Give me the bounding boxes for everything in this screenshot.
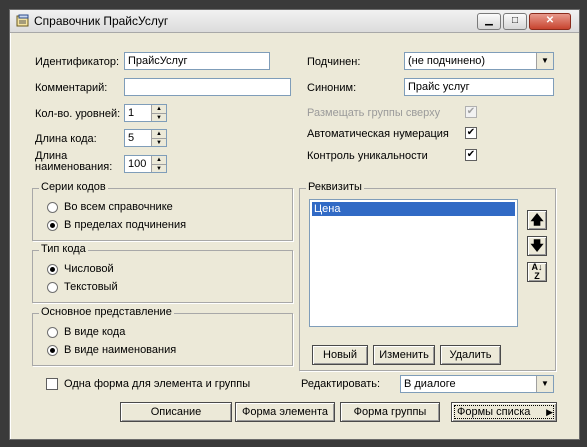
check-icon: ✔ bbox=[466, 106, 476, 117]
main-view-radio-name[interactable] bbox=[47, 345, 58, 356]
title-bar[interactable]: Справочник ПрайсУслуг ▁ □ ✕ bbox=[10, 10, 579, 33]
group-form-button[interactable]: Форма группы bbox=[340, 402, 440, 422]
subordinate-dropdown[interactable]: (не подчинено) ▼ bbox=[404, 52, 554, 70]
arrow-down-icon: 🡇 bbox=[530, 238, 544, 253]
code-type-radio-numeric[interactable] bbox=[47, 264, 58, 275]
list-forms-button[interactable]: Формы списка ▶ bbox=[451, 402, 557, 422]
name-length-spin[interactable]: ▲ ▼ bbox=[151, 156, 166, 172]
synonym-label: Синоним: bbox=[307, 82, 357, 94]
main-view-group: Основное представление В виде кода В вид… bbox=[32, 306, 293, 366]
edit-mode-value: В диалоге bbox=[404, 378, 456, 390]
spin-down-icon[interactable]: ▼ bbox=[152, 139, 166, 146]
spin-up-icon[interactable]: ▲ bbox=[152, 156, 166, 165]
name-length-label: Длина наименования: bbox=[35, 150, 113, 173]
code-length-value: 5 bbox=[128, 132, 135, 144]
spin-up-icon[interactable]: ▲ bbox=[152, 105, 166, 114]
code-type-opt2: Текстовый bbox=[64, 281, 118, 293]
move-up-button[interactable]: 🡅 bbox=[527, 210, 547, 230]
code-series-radio-all[interactable] bbox=[47, 202, 58, 213]
subordinate-value: (не подчинено) bbox=[408, 55, 486, 67]
groups-top-checkbox[interactable]: ✔ bbox=[465, 106, 477, 118]
code-type-title: Тип кода bbox=[39, 243, 88, 255]
maximize-icon: □ bbox=[511, 15, 519, 26]
groups-top-label: Размещать группы сверху bbox=[307, 107, 441, 119]
element-form-button[interactable]: Форма элемента bbox=[235, 402, 335, 422]
code-series-radio-subordinate[interactable] bbox=[47, 220, 58, 231]
code-type-opt1: Числовой bbox=[64, 263, 114, 275]
arrow-up-icon: 🡅 bbox=[530, 212, 544, 227]
synonym-field[interactable]: Прайс услуг bbox=[404, 78, 554, 96]
check-icon: ✔ bbox=[466, 149, 476, 160]
comment-field[interactable] bbox=[124, 78, 291, 96]
requisites-list[interactable]: Цена bbox=[309, 199, 518, 327]
catalog-app-icon bbox=[16, 14, 29, 27]
sort-az-icon: A↓ Z bbox=[531, 262, 543, 281]
name-length-stepper[interactable]: 100 ▲ ▼ bbox=[124, 155, 167, 173]
code-series-title: Серии кодов bbox=[39, 181, 108, 193]
catalog-dialog: Справочник ПрайсУслуг ▁ □ ✕ Идентификато… bbox=[9, 9, 580, 440]
code-length-spin[interactable]: ▲ ▼ bbox=[151, 130, 166, 146]
one-form-label: Одна форма для элемента и группы bbox=[64, 378, 251, 390]
requisites-group: Реквизиты Цена 🡅 🡇 A↓ Z Новый Изменить Уд… bbox=[299, 181, 556, 371]
spin-down-icon[interactable]: ▼ bbox=[152, 165, 166, 172]
minimize-icon: ▁ bbox=[485, 15, 493, 26]
code-length-stepper[interactable]: 5 ▲ ▼ bbox=[124, 129, 167, 147]
list-item[interactable]: Цена bbox=[312, 202, 515, 216]
move-down-button[interactable]: 🡇 bbox=[527, 236, 547, 256]
auto-number-checkbox[interactable]: ✔ bbox=[465, 127, 477, 139]
levels-label: Кол-во. уровней: bbox=[35, 108, 121, 120]
levels-stepper[interactable]: 1 ▲ ▼ bbox=[124, 104, 167, 122]
spin-down-icon[interactable]: ▼ bbox=[152, 114, 166, 121]
edit-mode-dropdown[interactable]: В диалоге ▼ bbox=[400, 375, 554, 393]
close-icon: ✕ bbox=[545, 15, 555, 26]
code-type-radio-text[interactable] bbox=[47, 282, 58, 293]
uniqueness-checkbox[interactable]: ✔ bbox=[465, 149, 477, 161]
uniqueness-label: Контроль уникальности bbox=[307, 150, 428, 162]
sort-button[interactable]: A↓ Z bbox=[527, 262, 547, 282]
edit-mode-label: Редактировать: bbox=[301, 378, 381, 390]
code-type-group: Тип кода Числовой Текстовый bbox=[32, 243, 293, 303]
code-series-opt1: Во всем справочнике bbox=[64, 201, 173, 213]
code-series-group: Серии кодов Во всем справочнике В предел… bbox=[32, 181, 293, 241]
levels-value: 1 bbox=[128, 107, 135, 119]
spin-up-icon[interactable]: ▲ bbox=[152, 130, 166, 139]
minimize-button[interactable]: ▁ bbox=[477, 13, 501, 30]
code-series-opt2: В пределах подчинения bbox=[64, 219, 187, 231]
window-title: Справочник ПрайсУслуг bbox=[34, 14, 169, 28]
subordinate-label: Подчинен: bbox=[307, 56, 361, 68]
code-length-label: Длина кода: bbox=[35, 133, 97, 145]
edit-requisite-button[interactable]: Изменить bbox=[373, 345, 435, 365]
name-length-value: 100 bbox=[128, 158, 147, 170]
description-button[interactable]: Описание bbox=[120, 402, 232, 422]
main-view-opt1: В виде кода bbox=[64, 326, 126, 338]
main-view-title: Основное представление bbox=[39, 306, 174, 318]
identifier-field[interactable]: ПрайсУслуг bbox=[124, 52, 270, 70]
check-icon: ✔ bbox=[466, 127, 476, 138]
identifier-label: Идентификатор: bbox=[35, 56, 120, 68]
main-view-opt2: В виде наименования bbox=[64, 344, 177, 356]
chevron-down-icon[interactable]: ▼ bbox=[536, 53, 553, 69]
triangle-right-icon: ▶ bbox=[546, 407, 553, 417]
one-form-checkbox[interactable] bbox=[46, 378, 58, 390]
auto-number-label: Автоматическая нумерация bbox=[307, 128, 449, 140]
levels-spin[interactable]: ▲ ▼ bbox=[151, 105, 166, 121]
list-forms-label: Формы списка bbox=[457, 406, 531, 418]
chevron-down-icon[interactable]: ▼ bbox=[536, 376, 553, 392]
maximize-button[interactable]: □ bbox=[503, 13, 527, 30]
new-requisite-button[interactable]: Новый bbox=[312, 345, 368, 365]
delete-requisite-button[interactable]: Удалить bbox=[440, 345, 501, 365]
close-button[interactable]: ✕ bbox=[529, 13, 571, 30]
comment-label: Комментарий: bbox=[35, 82, 108, 94]
requisites-title: Реквизиты bbox=[306, 181, 364, 193]
main-view-radio-code[interactable] bbox=[47, 327, 58, 338]
